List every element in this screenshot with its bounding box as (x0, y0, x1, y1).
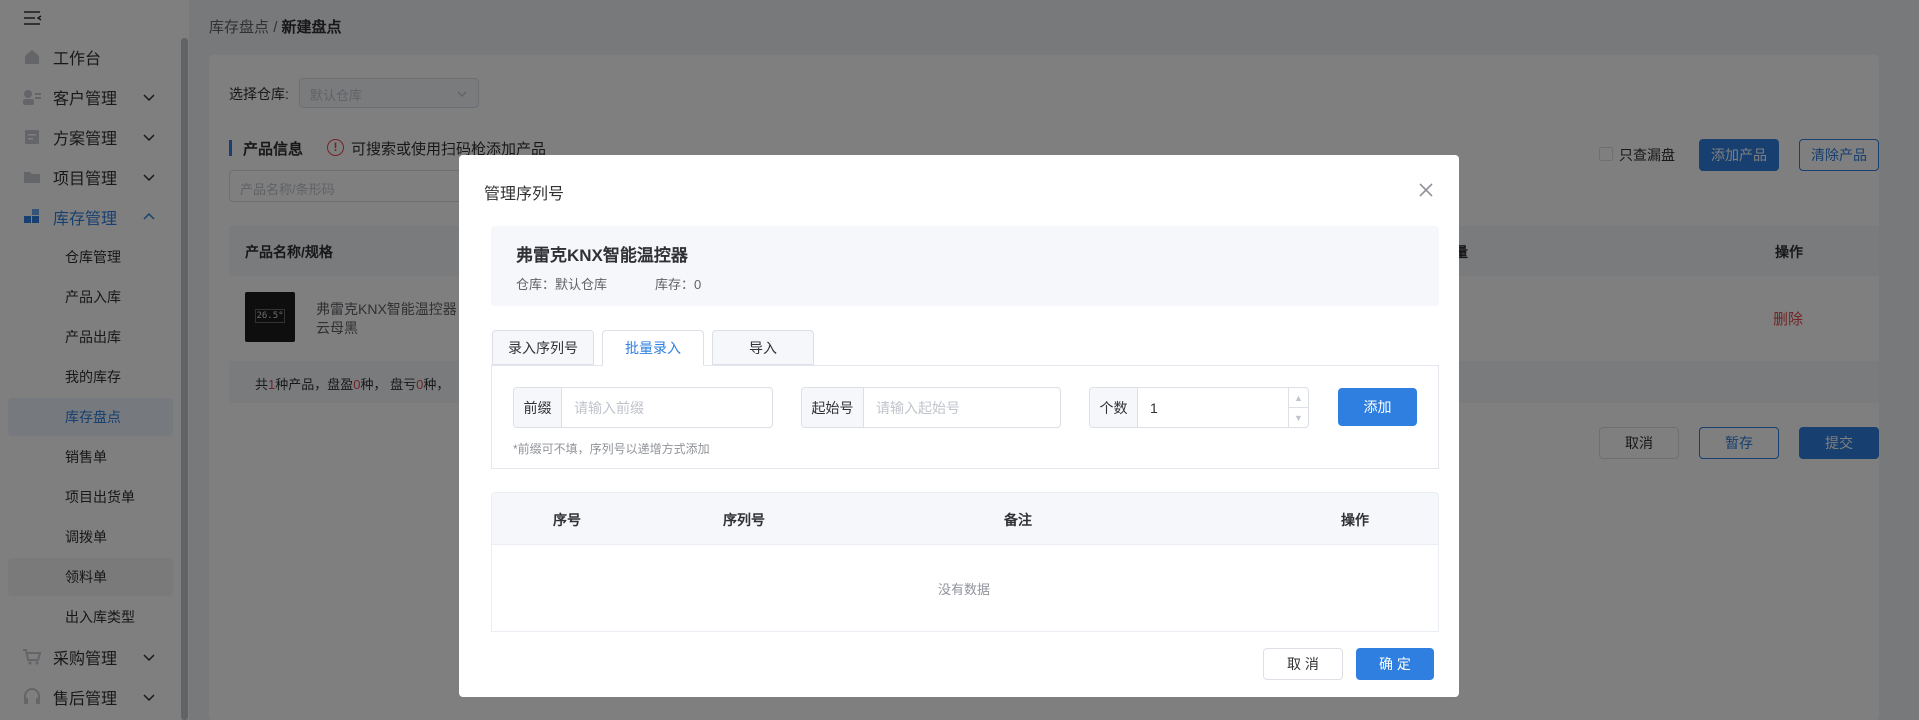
column-remark: 备注 (1004, 512, 1032, 528)
dialog-product-name: 弗雷克KNX智能温控器 (516, 246, 688, 265)
prefix-input[interactable]: 请输入前缀 (562, 388, 772, 427)
column-operation: 操作 (1341, 512, 1369, 528)
increase-icon[interactable]: ▲ (1289, 388, 1308, 407)
start-number-input-group: 起始号 请输入起始号 (801, 387, 1061, 428)
add-serial-button[interactable]: 添加 (1338, 388, 1417, 426)
column-index: 序号 (553, 512, 581, 528)
tab-enter-serial[interactable]: 录入序列号 (492, 330, 594, 365)
tab-import[interactable]: 导入 (712, 330, 814, 365)
dialog-stock: 库存：0 (655, 277, 702, 292)
product-info-box (491, 226, 1439, 306)
dialog-warehouse: 仓库：默认仓库 (516, 277, 608, 292)
dialog-confirm-button[interactable]: 确 定 (1356, 648, 1434, 680)
start-number-input[interactable]: 请输入起始号 (864, 388, 1060, 427)
tab-batch-entry[interactable]: 批量录入 (602, 330, 704, 366)
start-number-label: 起始号 (802, 388, 864, 427)
count-input[interactable]: 1 (1138, 388, 1288, 427)
decrease-icon[interactable]: ▼ (1289, 407, 1308, 427)
close-icon[interactable] (1416, 180, 1436, 200)
empty-text: 没有数据 (938, 582, 991, 597)
dialog-title: 管理序列号 (484, 186, 565, 203)
count-input-group: 个数 1 ▲ ▼ (1089, 387, 1309, 428)
prefix-input-group: 前缀 请输入前缀 (513, 387, 773, 428)
count-label: 个数 (1090, 388, 1138, 427)
dialog-cancel-button[interactable]: 取 消 (1263, 648, 1343, 680)
serial-table-header (491, 492, 1439, 545)
prefix-label: 前缀 (514, 388, 562, 427)
column-serial: 序列号 (723, 512, 765, 528)
batch-hint: *前缀可不填，序列号以递增方式添加 (513, 442, 710, 456)
quantity-stepper[interactable]: ▲ ▼ (1288, 388, 1308, 427)
